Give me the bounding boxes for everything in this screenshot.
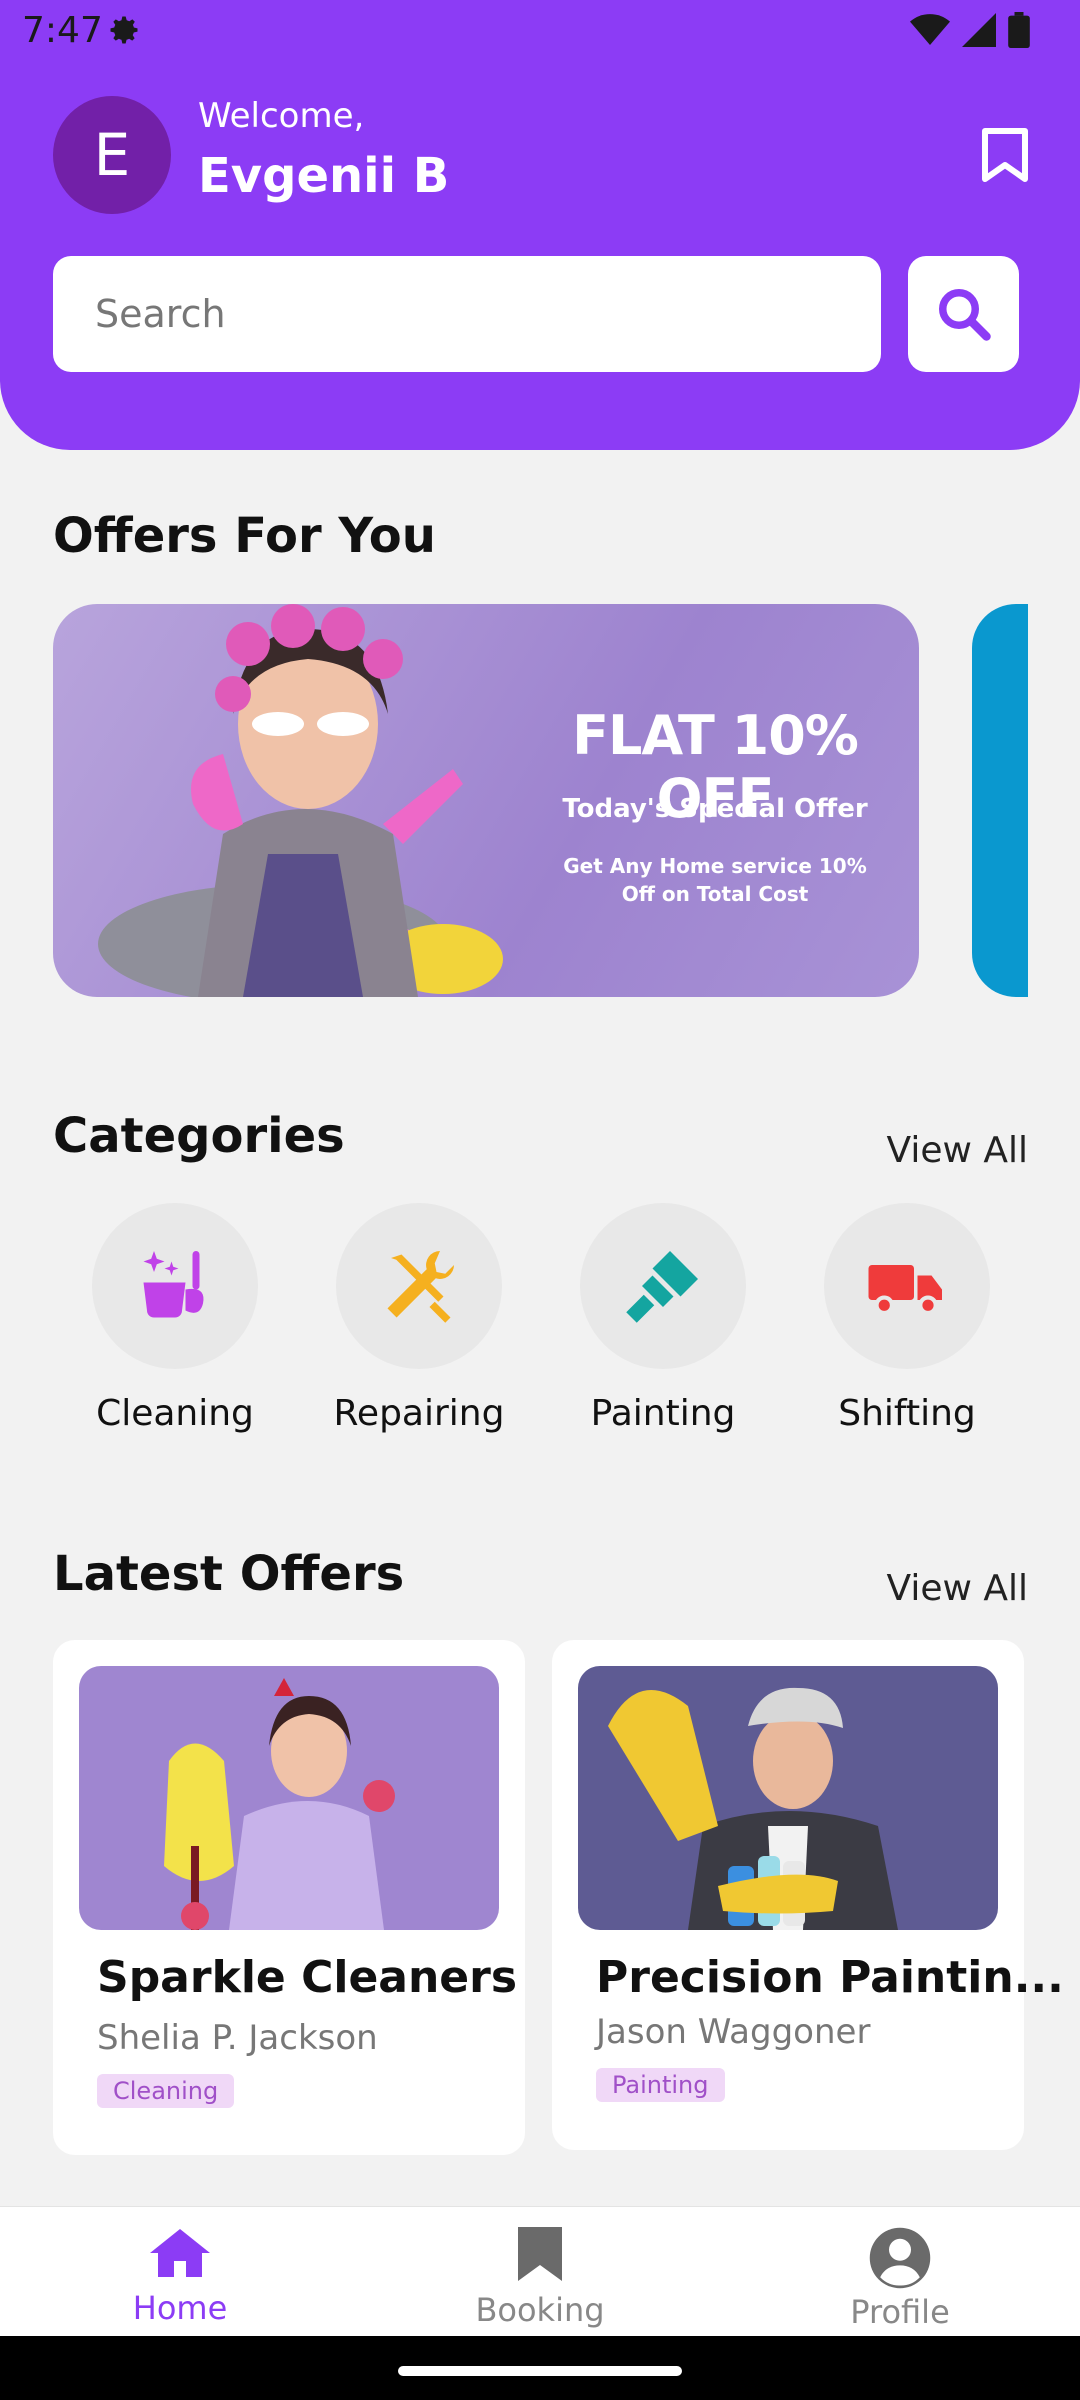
categories-view-all-link[interactable]: View All bbox=[886, 1130, 1028, 1171]
banner-subhead: Today's Special Offer bbox=[562, 794, 868, 824]
offer-card-provider: Shelia P. Jackson bbox=[97, 2018, 378, 2058]
battery-icon bbox=[1008, 12, 1030, 48]
tools-icon bbox=[387, 1251, 454, 1323]
offer-banner[interactable]: FLAT 10% OFF Today's Special Offer Get A… bbox=[53, 604, 919, 997]
signal-icon bbox=[962, 13, 996, 47]
welcome-text: Welcome, bbox=[198, 96, 365, 136]
category-repairing[interactable]: Repairing bbox=[297, 1203, 541, 1434]
category-painting[interactable]: Painting bbox=[541, 1203, 785, 1434]
category-label: Painting bbox=[590, 1393, 736, 1434]
categories-section-title: Categories bbox=[53, 1108, 345, 1164]
search-icon bbox=[938, 289, 991, 341]
latest-offers-view-all-link[interactable]: View All bbox=[886, 1568, 1028, 1609]
nav-label: Profile bbox=[850, 2293, 950, 2331]
offer-card-provider: Jason Waggoner bbox=[596, 2012, 871, 2052]
home-gesture-handle[interactable] bbox=[398, 2366, 682, 2376]
status-time: 7:47 bbox=[22, 10, 103, 51]
offer-card-image bbox=[578, 1666, 998, 1930]
nav-label: Booking bbox=[475, 2291, 605, 2329]
settings-gear-icon bbox=[106, 12, 142, 52]
bookmark-icon bbox=[518, 2227, 562, 2281]
truck-icon bbox=[868, 1265, 942, 1316]
category-label: Cleaning bbox=[96, 1393, 254, 1434]
user-name: Evgenii B bbox=[198, 148, 450, 204]
bookmark-icon[interactable] bbox=[980, 126, 1030, 188]
offer-card-title: Sparkle Cleaners bbox=[97, 1952, 518, 2003]
cleaning-icon bbox=[143, 1251, 204, 1318]
offer-card-tag: Painting bbox=[596, 2068, 725, 2102]
status-bar: 7:47 bbox=[0, 0, 1080, 64]
banner-description: Get Any Home service 10% Off on Total Co… bbox=[563, 854, 867, 906]
wifi-icon bbox=[910, 14, 950, 45]
search-input[interactable] bbox=[53, 256, 881, 372]
banner-photo bbox=[98, 604, 503, 997]
offer-card[interactable]: Sparkle Cleaners Shelia P. Jackson Clean… bbox=[53, 1640, 525, 2155]
nav-item-profile[interactable]: Profile bbox=[790, 2225, 1010, 2331]
offers-section-title: Offers For You bbox=[53, 508, 436, 564]
bottom-nav: Home Booking Profile bbox=[0, 2206, 1080, 2337]
latest-offers-section-title: Latest Offers bbox=[53, 1546, 405, 1602]
nav-item-home[interactable]: Home bbox=[70, 2225, 290, 2327]
offer-card-image bbox=[79, 1666, 499, 1930]
offer-card-title: Precision Paintin... bbox=[596, 1952, 1064, 2003]
category-shifting[interactable]: Shifting bbox=[785, 1203, 1029, 1434]
category-cleaning[interactable]: Cleaning bbox=[53, 1203, 297, 1434]
offer-card-tag: Cleaning bbox=[97, 2074, 235, 2108]
nav-label: Home bbox=[132, 2289, 228, 2327]
header bbox=[0, 0, 1080, 450]
category-label: Shifting bbox=[838, 1393, 976, 1434]
offer-card[interactable]: Precision Paintin... Jason Waggoner Pain… bbox=[552, 1640, 1064, 2150]
home-icon bbox=[150, 2229, 210, 2277]
next-offer-banner[interactable] bbox=[972, 604, 1028, 997]
nav-item-booking[interactable]: Booking bbox=[430, 2225, 650, 2329]
paint-brush-icon bbox=[626, 1251, 698, 1323]
search-button[interactable] bbox=[908, 256, 1019, 372]
profile-icon bbox=[869, 2227, 931, 2289]
avatar[interactable]: E bbox=[53, 96, 171, 214]
category-label: Repairing bbox=[333, 1393, 505, 1434]
status-icons bbox=[910, 12, 1030, 48]
